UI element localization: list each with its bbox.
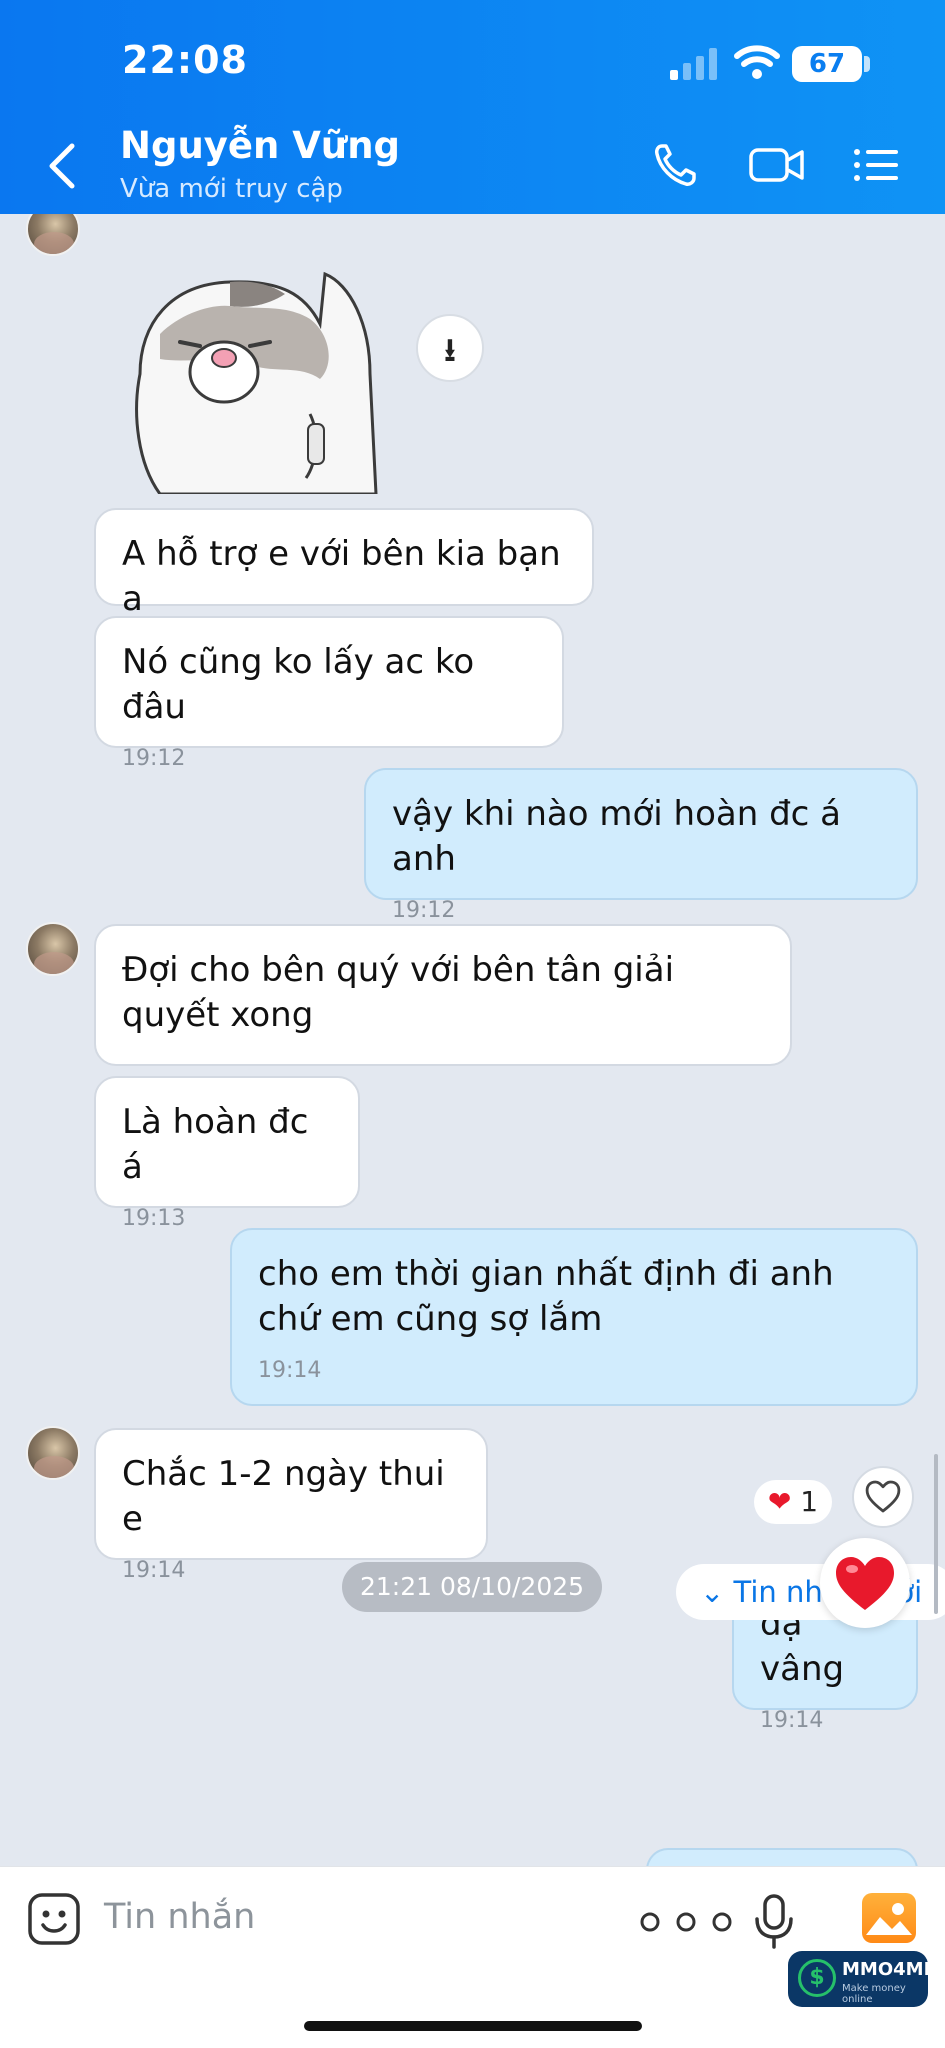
battery-indicator: 67 [792,46,862,82]
message-text: vậy khi nào mới hoàn đc á anh [392,794,842,879]
message-time: 19:12 [392,898,456,923]
contact-status: Vừa mới truy cập [120,174,343,204]
message-text: Chắc 1-2 ngày thui e [122,1454,445,1539]
heart-reaction-button[interactable] [820,1538,910,1628]
download-button[interactable]: ⭳ [416,314,484,382]
message-input[interactable]: Tin nhắn [104,1897,255,1937]
message-text: Là hoàn đc á [122,1102,309,1187]
contact-name[interactable]: Nguyễn Vững [120,124,400,167]
message-bubble-incoming[interactable]: Chắc 1-2 ngày thui e 19:14 [94,1428,488,1583]
back-arrow-icon[interactable] [44,140,80,192]
video-call-icon[interactable] [748,140,806,190]
heart-outline-icon[interactable] [852,1466,914,1528]
dollar-coin-icon: $ [798,1959,836,1997]
scroll-indicator[interactable] [934,1454,938,1614]
message-text: Đợi cho bên quý với bên tân giải quyết x… [122,950,675,1035]
message-bubble-incoming[interactable]: Là hoàn đc á 19:13 [94,1076,360,1231]
message-text: Nó cũng ko lấy ac ko đâu [122,642,475,727]
message-time: 19:14 [258,1358,322,1383]
message-text: A hỗ trợ e với bên kia bạn a [122,534,561,619]
contact-avatar[interactable] [26,922,80,976]
date-separator: 21:21 08/10/2025 [342,1562,602,1612]
double-chevron-down-icon: ⌄ [700,1575,734,1609]
message-text: cho em thời gian nhất định đi anh chứ em… [258,1254,834,1339]
mmo4me-watermark-logo: $ MMO4ME Make money online [788,1951,936,2007]
message-composer: Tin nhắn $ MMO4ME Make money online [0,1866,945,2048]
message-bubble-outgoing-partial[interactable] [646,1848,918,1866]
cat-sticker[interactable] [120,264,380,494]
reaction-count-badge[interactable]: ❤ 1 [754,1480,832,1524]
chat-history[interactable]: ⭳ A hỗ trợ e với bên kia bạn a Nó cũng k… [0,214,945,1866]
message-bubble-outgoing[interactable]: cho em thời gian nhất định đi anh chứ em… [230,1228,918,1406]
more-options-icon[interactable] [638,1911,734,1933]
message-time: 19:14 [760,1708,824,1733]
message-bubble-incoming[interactable]: Đợi cho bên quý với bên tân giải quyết x… [94,924,792,1066]
message-bubble-incoming[interactable]: Nó cũng ko lấy ac ko đâu 19:12 [94,616,564,771]
message-bubble-outgoing[interactable]: vậy khi nào mới hoàn đc á anh 19:12 [364,768,918,923]
message-bubble-incoming[interactable]: A hỗ trợ e với bên kia bạn a [94,508,594,619]
heart-reaction-icon: ❤ [767,1485,792,1518]
chat-header: 22:08 67 Nguyễn Vững Vừa mới truy cập [0,0,945,214]
wifi-icon [734,45,780,79]
contact-avatar[interactable] [26,1426,80,1480]
contact-avatar[interactable] [26,214,80,256]
microphone-icon[interactable] [752,1893,796,1951]
menu-list-icon[interactable] [852,140,900,190]
status-time: 22:08 [122,38,248,82]
gallery-image-icon[interactable] [862,1893,916,1943]
sticker-emoji-icon[interactable] [26,1891,82,1947]
battery-cap [864,56,870,72]
watermark-subtitle: Make money online [842,1983,906,2005]
watermark-title: MMO4ME [842,1959,936,1980]
phone-call-icon[interactable] [650,140,704,190]
cellular-signal-icon [670,48,717,80]
reaction-count: 1 [800,1485,819,1518]
home-indicator [304,2021,642,2031]
